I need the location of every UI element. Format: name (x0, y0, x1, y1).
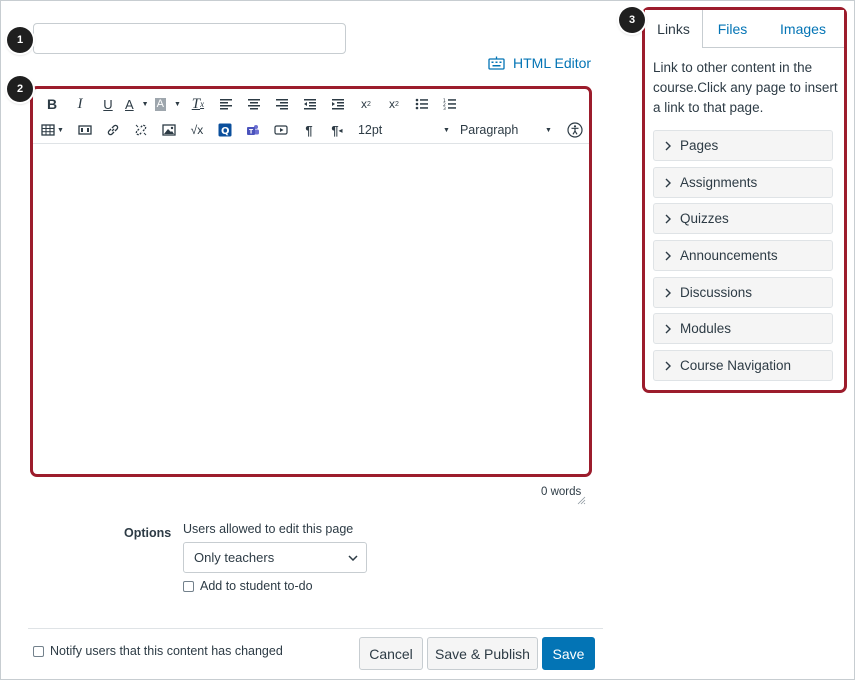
italic-icon[interactable]: I (69, 93, 91, 115)
rtl-direction-icon[interactable]: ¶ ◂ (326, 119, 348, 141)
font-size-select[interactable]: 12pt ▼ (358, 119, 450, 141)
sidebar-item-label: Announcements (680, 248, 778, 263)
equation-icon[interactable]: √x (186, 119, 208, 141)
chevron-right-icon (665, 324, 671, 333)
embed-icon[interactable] (270, 119, 292, 141)
link-icon[interactable] (102, 119, 124, 141)
subscript-icon[interactable]: x2 (383, 93, 405, 115)
background-color-icon[interactable]: A ▼ (154, 93, 181, 115)
sidebar-item-label: Pages (680, 138, 719, 153)
table-icon[interactable]: ▼ (41, 119, 64, 141)
word-count: 0 words (541, 486, 582, 498)
rich-content-editor: B I U A ▼ A ▼ Tx x2 x2 123 ▼ √x Q T ¶ ¶ … (30, 86, 592, 477)
chevron-right-icon (665, 214, 671, 223)
options-label: Options (124, 526, 172, 540)
align-right-icon[interactable] (271, 93, 293, 115)
edit-permission-label: Users allowed to edit this page (183, 522, 354, 536)
underline-icon[interactable]: U (97, 93, 119, 115)
cancel-button[interactable]: Cancel (359, 637, 423, 670)
chevron-right-icon (665, 251, 671, 260)
toolbar-row-2: ▼ √x Q T ¶ ¶ ◂ 12pt ▼ Paragraph ▼ (41, 119, 592, 141)
sidebar-item-modules[interactable]: Modules (653, 313, 833, 344)
toolbar-divider (33, 143, 589, 144)
chevron-down-icon: ▼ (443, 126, 450, 134)
notify-users-row[interactable]: Notify users that this content has chang… (33, 644, 283, 658)
sidebar-item-label: Course Navigation (680, 358, 792, 373)
bold-icon[interactable]: B (41, 93, 63, 115)
sidebar-item-label: Modules (680, 321, 732, 336)
toolbar-row-1: B I U A ▼ A ▼ Tx x2 x2 123 (41, 93, 467, 115)
sidebar-tabs: Links Files Images (645, 10, 844, 48)
accessibility-checker-icon[interactable] (564, 119, 586, 141)
html-editor-link[interactable]: HTML Editor (488, 55, 591, 71)
tab-images[interactable]: Images (762, 10, 844, 48)
callout-badge-3: 3 (619, 7, 645, 33)
numbered-list-icon[interactable]: 123 (439, 93, 461, 115)
sidebar-item-course-navigation[interactable]: Course Navigation (653, 350, 833, 381)
sidebar-item-assignments[interactable]: Assignments (653, 167, 833, 198)
font-size-value: 12pt (357, 123, 383, 137)
ltr-direction-icon[interactable]: ¶ (298, 119, 320, 141)
clear-formatting-icon[interactable]: Tx (187, 93, 209, 115)
edit-permission-value: Only teachers (194, 550, 275, 565)
superscript-icon[interactable]: x2 (355, 93, 377, 115)
svg-text:Q: Q (221, 126, 230, 137)
footer-divider (28, 628, 603, 629)
notify-users-label: Notify users that this content has chang… (50, 644, 283, 658)
outdent-icon[interactable] (299, 93, 321, 115)
teams-app-icon[interactable]: T (242, 119, 264, 141)
sidebar-item-label: Assignments (680, 175, 758, 190)
chevron-right-icon (665, 361, 671, 370)
notify-users-checkbox[interactable] (33, 645, 44, 657)
sidebar-description: Link to other content in the course.Clic… (653, 60, 838, 115)
text-color-icon[interactable]: A ▼ (125, 93, 149, 115)
media-icon[interactable] (74, 119, 96, 141)
chevron-right-icon (665, 288, 671, 297)
save-publish-button[interactable]: Save & Publish (427, 637, 538, 670)
html-editor-label: HTML Editor (513, 55, 592, 71)
keyboard-icon (488, 56, 505, 70)
sidebar-item-discussions[interactable]: Discussions (653, 277, 833, 308)
save-button[interactable]: Save (542, 637, 595, 670)
tab-links[interactable]: Links (645, 10, 703, 48)
image-icon[interactable] (158, 119, 180, 141)
sidebar-item-pages[interactable]: Pages (653, 130, 833, 161)
callout-badge-2: 2 (7, 76, 33, 102)
quizzes-app-icon[interactable]: Q (214, 119, 236, 141)
chevron-down-icon: ▼ (545, 126, 552, 134)
add-todo-label: Add to student to-do (200, 579, 313, 593)
indent-icon[interactable] (327, 93, 349, 115)
align-center-icon[interactable] (243, 93, 265, 115)
chevron-right-icon (665, 141, 671, 150)
svg-text:3: 3 (443, 106, 446, 111)
sidebar-item-label: Quizzes (680, 211, 729, 226)
content-sidebar: Links Files Images Link to other content… (642, 7, 847, 393)
resize-handle-icon[interactable] (577, 496, 586, 505)
tab-files[interactable]: Files (703, 10, 762, 48)
align-left-icon[interactable] (215, 93, 237, 115)
edit-permission-select[interactable]: Only teachers (183, 542, 367, 573)
block-format-select[interactable]: Paragraph ▼ (460, 119, 552, 141)
sidebar-item-label: Discussions (680, 285, 753, 300)
bullet-list-icon[interactable] (411, 93, 433, 115)
page-title-input[interactable] (33, 23, 346, 54)
sidebar-item-announcements[interactable]: Announcements (653, 240, 833, 271)
add-todo-row[interactable]: Add to student to-do (183, 579, 313, 593)
chevron-right-icon (665, 178, 671, 187)
sidebar-item-quizzes[interactable]: Quizzes (653, 203, 833, 234)
unlink-icon[interactable] (130, 119, 152, 141)
block-format-value: Paragraph (459, 123, 519, 137)
callout-badge-1: 1 (7, 27, 33, 53)
chevron-down-icon (348, 554, 358, 561)
add-todo-checkbox[interactable] (183, 580, 194, 592)
